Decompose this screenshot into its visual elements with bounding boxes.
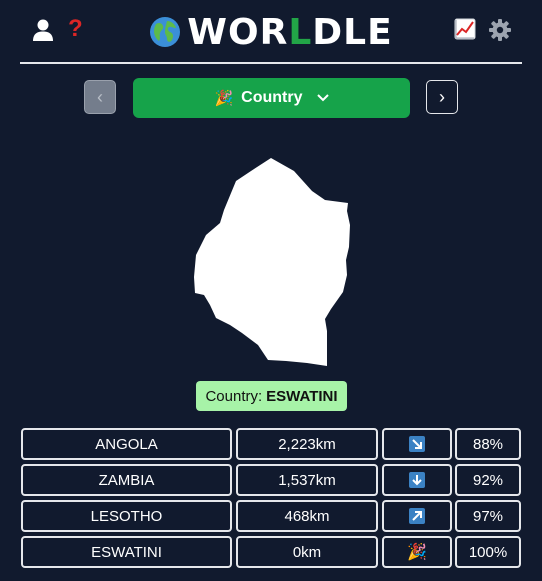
app-header: ? WORLDLE bbox=[20, 0, 522, 64]
guess-proximity: 97% bbox=[455, 500, 521, 532]
guess-distance: 2,223km bbox=[236, 428, 378, 460]
answer-value: ESWATINI bbox=[266, 387, 338, 405]
party-icon: 🎉 bbox=[214, 90, 234, 107]
app-title: WORLDLE bbox=[20, 12, 522, 53]
guess-country: LESOTHO bbox=[21, 500, 232, 532]
guess-row: LESOTHO 468km 97% bbox=[21, 500, 521, 532]
mode-select-button[interactable]: 🎉 Country bbox=[133, 78, 410, 118]
mode-navigation: ‹ 🎉 Country › bbox=[0, 78, 542, 118]
southeast-arrow-icon bbox=[409, 436, 425, 452]
guess-country: ANGOLA bbox=[21, 428, 232, 460]
guess-row: ZAMBIA 1,537km 92% bbox=[21, 464, 521, 496]
title-post: DLE bbox=[312, 12, 393, 53]
guess-proximity: 92% bbox=[455, 464, 521, 496]
answer-badge: Country: ESWATINI bbox=[196, 381, 347, 411]
guess-country: ESWATINI bbox=[21, 536, 232, 568]
country-silhouette bbox=[194, 158, 350, 366]
guess-proximity: 88% bbox=[455, 428, 521, 460]
mode-label: Country bbox=[241, 89, 303, 106]
guess-country: ZAMBIA bbox=[21, 464, 232, 496]
stats-icon[interactable] bbox=[454, 18, 476, 40]
guess-direction: 🎉 bbox=[382, 536, 452, 568]
northeast-arrow-icon bbox=[409, 508, 425, 524]
title-pre: WOR bbox=[187, 12, 289, 53]
guess-row: ESWATINI 0km 🎉 100% bbox=[21, 536, 521, 568]
guess-distance: 0km bbox=[236, 536, 378, 568]
guess-proximity: 100% bbox=[455, 536, 521, 568]
guess-row: ANGOLA 2,223km 88% bbox=[21, 428, 521, 460]
party-icon: 🎉 bbox=[407, 544, 427, 561]
guess-distance: 1,537km bbox=[236, 464, 378, 496]
answer-label: Country: bbox=[205, 387, 263, 405]
globe-icon bbox=[150, 17, 181, 47]
chevron-right-icon: › bbox=[439, 86, 445, 107]
chevron-left-icon: ‹ bbox=[97, 86, 103, 107]
previous-mode-button[interactable]: ‹ bbox=[84, 80, 116, 114]
guess-direction bbox=[382, 428, 452, 460]
chevron-down-icon bbox=[316, 94, 329, 102]
next-mode-button[interactable]: › bbox=[426, 80, 458, 114]
guess-direction bbox=[382, 464, 452, 496]
guess-distance: 468km bbox=[236, 500, 378, 532]
south-arrow-icon bbox=[409, 472, 425, 488]
settings-icon[interactable] bbox=[488, 18, 512, 42]
guess-direction bbox=[382, 500, 452, 532]
title-accent-letter: L bbox=[288, 12, 313, 53]
